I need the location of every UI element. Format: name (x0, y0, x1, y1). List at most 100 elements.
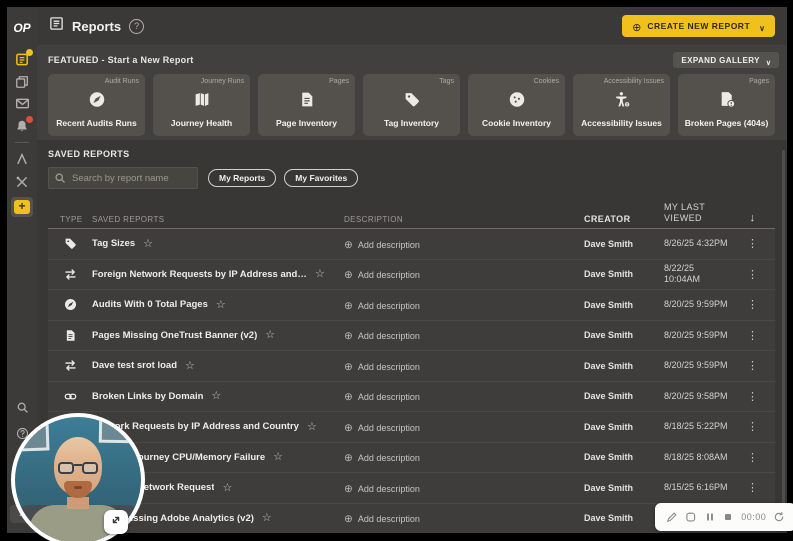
op-logo: OP (13, 21, 31, 35)
column-my-last-viewed[interactable]: MY LAST VIEWED (664, 202, 730, 225)
plus-circle-icon (632, 19, 647, 34)
column-type: TYPE (60, 215, 83, 224)
table-row[interactable]: Audits With 0 Total Pages Add descriptio… (48, 290, 775, 321)
favorite-star-icon[interactable] (273, 452, 283, 462)
card-label: Journey Health (170, 117, 233, 128)
add-description-button[interactable]: Add description (344, 391, 420, 403)
sidebar-item-tools[interactable] (14, 174, 30, 190)
main-area: Reports CREATE NEW REPORT FEATURED - Sta… (37, 7, 787, 533)
row-menu-button[interactable] (747, 298, 758, 311)
report-name[interactable]: Broken Links by Domain (92, 391, 203, 402)
table-row[interactable]: Foreign Network Requests by IP Address a… (48, 259, 775, 290)
sidebar-item-journeys[interactable] (14, 151, 30, 167)
column-saved-reports[interactable]: SAVED REPORTS (92, 215, 344, 224)
restart-button[interactable] (773, 511, 785, 523)
featured-card-tag-inventory[interactable]: Tags Tag Inventory (363, 74, 460, 136)
plus-circle-icon (344, 330, 358, 342)
filter-my-reports[interactable]: My Reports (208, 169, 277, 187)
blur-button[interactable] (685, 511, 697, 523)
sidebar-search[interactable] (14, 399, 30, 415)
row-menu-button[interactable] (747, 420, 758, 433)
creator-name: Dave Smith (584, 269, 634, 280)
card-label: Cookie Inventory (482, 117, 551, 128)
expand-gallery-button[interactable]: EXPAND GALLERY (673, 52, 779, 68)
report-name[interactable]: Audits With 0 Total Pages (92, 299, 208, 310)
search-input[interactable] (48, 167, 198, 189)
stop-button[interactable] (722, 511, 734, 523)
featured-title: FEATURED - Start a New Report (48, 55, 194, 65)
favorite-star-icon[interactable] (143, 239, 153, 249)
add-description-button[interactable]: Add description (344, 239, 420, 251)
featured-card-accessibility-issues[interactable]: Accessibility Issues Accessibility Issue… (573, 74, 670, 136)
doc-icon (64, 329, 77, 342)
pause-button[interactable] (704, 511, 716, 523)
row-menu-button[interactable] (747, 390, 758, 403)
row-menu-button[interactable] (747, 481, 758, 494)
favorite-star-icon[interactable] (315, 269, 325, 279)
add-description-button[interactable]: Add description (344, 483, 420, 495)
add-description-button[interactable]: Add description (344, 452, 420, 464)
add-description-button[interactable]: Add description (344, 513, 420, 525)
featured-card-page-inventory[interactable]: Pages Page Inventory (258, 74, 355, 136)
report-name[interactable]: Tag Sizes (92, 238, 135, 249)
add-description-button[interactable]: Add description (344, 269, 420, 281)
add-description-button[interactable]: Add description (344, 330, 420, 342)
sidebar-item-notifications[interactable] (14, 116, 33, 134)
scrollbar[interactable] (782, 150, 785, 531)
featured-card-journey-health[interactable]: Journey Runs Journey Health (153, 74, 250, 136)
card-label: Broken Pages (404s) (684, 117, 769, 128)
sidebar-add-button[interactable] (11, 197, 33, 217)
tools-icon (15, 175, 29, 189)
last-viewed-date: 8/20/25 9:58PM (664, 390, 728, 401)
add-description-button[interactable]: Add description (344, 422, 420, 434)
sidebar-item-library[interactable] (14, 74, 30, 90)
swap-icon (64, 268, 77, 281)
report-name[interactable]: Pages Missing OneTrust Banner (v2) (92, 330, 257, 341)
page-title: Reports (72, 18, 122, 34)
table-row[interactable]: Broken Links by Domain Add description D… (48, 381, 775, 412)
restart-icon (774, 511, 784, 522)
featured-card-cookie-inventory[interactable]: Cookies Cookie Inventory (468, 74, 565, 136)
favorite-star-icon[interactable] (265, 330, 275, 340)
favorite-star-icon[interactable] (307, 422, 317, 432)
accessibility-icon (613, 91, 630, 113)
library-icon (15, 75, 29, 89)
row-menu-button[interactable] (747, 451, 758, 464)
favorite-star-icon[interactable] (211, 391, 221, 401)
add-description-button[interactable]: Add description (344, 361, 420, 373)
card-category: Pages (749, 78, 769, 85)
featured-card-recent-audit-runs[interactable]: Audit Runs Recent Audits Runs (48, 74, 145, 136)
row-menu-button[interactable] (747, 237, 758, 250)
favorite-star-icon[interactable] (216, 300, 226, 310)
row-menu-button[interactable] (747, 329, 758, 342)
row-menu-button[interactable] (747, 268, 758, 281)
favorite-star-icon[interactable] (262, 513, 272, 523)
webcam-resize-button[interactable] (104, 510, 128, 534)
favorite-star-icon[interactable] (222, 483, 232, 493)
sidebar-item-reports[interactable] (14, 49, 33, 67)
stop-icon (725, 514, 732, 520)
table-row[interactable]: Pages Missing OneTrust Banner (v2) Add d… (48, 320, 775, 351)
table-row[interactable]: Tag Sizes Add description Dave Smith 8/2… (48, 229, 775, 260)
sidebar-item-messages[interactable] (14, 95, 30, 111)
table-row[interactable]: Network Requests by IP Address and Count… (48, 412, 775, 443)
page-header: Reports CREATE NEW REPORT (37, 7, 787, 45)
tag-icon (64, 237, 77, 250)
column-creator[interactable]: CREATOR (584, 214, 664, 224)
featured-card-broken-pages[interactable]: Pages Broken Pages (404s) (678, 74, 775, 136)
report-name[interactable]: Foreign Network Requests by IP Address a… (92, 269, 307, 280)
filter-my-favorites[interactable]: My Favorites (284, 169, 359, 187)
table-row[interactable]: Account Journey CPU/Memory Failure Add d… (48, 442, 775, 473)
favorite-star-icon[interactable] (185, 361, 195, 371)
add-description-label: Add description (357, 270, 420, 281)
annotate-button[interactable] (666, 511, 678, 523)
table-row[interactable]: Dave test srot load Add description Dave… (48, 351, 775, 382)
create-new-report-button[interactable]: CREATE NEW REPORT (622, 15, 775, 37)
help-icon[interactable] (129, 18, 145, 34)
row-menu-button[interactable] (747, 359, 758, 372)
add-description-label: Add description (357, 331, 420, 342)
table-row[interactable]: Dave test Network Request Add descriptio… (48, 473, 775, 504)
sort-descending-icon[interactable] (750, 212, 756, 224)
report-name[interactable]: Dave test srot load (92, 360, 177, 371)
add-description-button[interactable]: Add description (344, 300, 420, 312)
